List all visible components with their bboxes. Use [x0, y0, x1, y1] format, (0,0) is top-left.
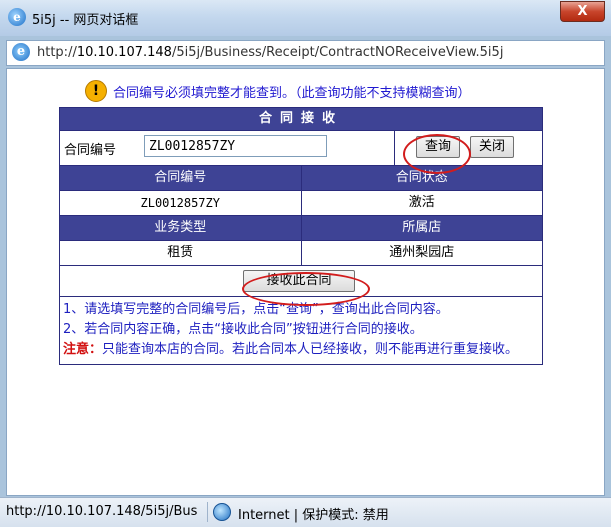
- result-grid: 合同编号 合同状态 ZL0012857ZY 激活 业务类型 所属店 租赁 通州梨…: [60, 165, 542, 265]
- value-contract-number: ZL0012857ZY: [140, 196, 220, 210]
- title-bar: e 5i5j -- 网页对话框 X: [0, 0, 611, 36]
- accept-highlight-ellipse: [242, 272, 370, 306]
- note-label: 注意：: [63, 342, 103, 357]
- value-store: 通州梨园店: [300, 241, 543, 265]
- status-divider: [207, 502, 208, 522]
- value-contract-status: 激活: [300, 191, 543, 215]
- ie-page-icon: e: [12, 43, 30, 61]
- security-zone: Internet | 保护模式: 禁用: [238, 508, 389, 523]
- window-title: 5i5j -- 网页对话框: [32, 13, 139, 28]
- ie-app-icon: e: [8, 8, 26, 26]
- globe-icon: [213, 503, 231, 521]
- result-header-row: 合同编号 合同状态: [60, 166, 542, 190]
- address-bar: e http://10.10.107.148/5i5j/Business/Rec…: [6, 40, 605, 66]
- instruction-line-2: 2、若合同内容正确，点击“接收此合同”按钮进行合同的接收。: [63, 322, 423, 337]
- contract-number-input[interactable]: ZL0012857ZY: [144, 135, 327, 157]
- note-text: 只能查询本店的合同。若此合同本人已经接收，则不能再进行重复接收。: [102, 342, 519, 357]
- status-url: http://10.10.107.148/5i5j/Bus: [6, 504, 198, 519]
- warning-icon: !: [85, 80, 107, 102]
- close-button[interactable]: 关闭: [470, 136, 514, 158]
- address-url: http://10.10.107.148/5i5j/Business/Recei…: [37, 45, 504, 60]
- table-header: 合同接收: [60, 108, 542, 130]
- notice-text: 合同编号必须填完整才能查到。（此查询功能不支持模糊查询）: [113, 86, 471, 101]
- header-store: 所属店: [300, 216, 542, 240]
- instruction-note: 注意：只能查询本店的合同。若此合同本人已经接收，则不能再进行重复接收。: [63, 340, 539, 360]
- window-close-button[interactable]: X: [560, 1, 605, 22]
- contract-number-label: 合同编号: [64, 143, 117, 158]
- value-business-type: 租赁: [167, 245, 194, 260]
- result-header-row-2: 业务类型 所属店: [60, 215, 542, 240]
- address-host: 10.10.107.148: [76, 45, 172, 60]
- query-highlight-ellipse: [403, 134, 471, 174]
- header-contract-number: 合同编号: [60, 166, 301, 190]
- divider: [394, 131, 395, 165]
- instructions: 1、请选填写完整的合同编号后，点击“查询”，查询出此合同内容。 2、若合同内容正…: [60, 296, 542, 364]
- header-business-type: 业务类型: [60, 216, 301, 240]
- status-bar: http://10.10.107.148/5i5j/Bus Internet |…: [0, 497, 611, 527]
- result-value-row: ZL0012857ZY 激活: [60, 190, 542, 215]
- contract-receive-table: 合同接收 合同编号 ZL0012857ZY 查询 关闭 合同编号 合同状态 ZL…: [59, 107, 543, 365]
- result-value-row-2: 租赁 通州梨园店: [60, 240, 542, 265]
